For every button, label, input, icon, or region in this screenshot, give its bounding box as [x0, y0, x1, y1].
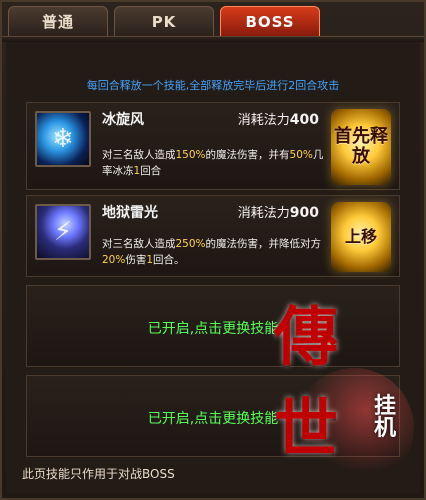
badge-label: 上移: [344, 227, 377, 246]
skill-config-window: 普通 PK BOSS 每回合释放一个技能,全部释放完毕后进行2回合攻击 ❄ 冰旋…: [0, 0, 426, 500]
skill-description: 对三名敌人造成150%的魔法伤害，并有50%几率冰冻1回合: [102, 147, 327, 179]
cast-first-badge[interactable]: 首先释放: [331, 109, 391, 185]
skill-description: 对三名敌人造成250%的魔法伤害，并降低对方20%伤害1回合。: [102, 236, 327, 268]
logo-main-text: 傳世: [274, 301, 338, 467]
mode-tabs: 普通 PK BOSS: [8, 6, 320, 36]
skill-cost-prefix: 消耗法力: [237, 206, 290, 221]
tab-normal[interactable]: 普通: [8, 6, 108, 36]
desc-highlight: 50%: [289, 149, 313, 161]
desc-part: 回合。: [153, 254, 185, 266]
ice-glyph-icon: ❄: [52, 124, 74, 154]
skill-cost: 消耗法力400: [238, 109, 319, 128]
desc-part: 的魔法伤害，并有: [205, 149, 290, 161]
skill-cost-value: 400: [289, 112, 319, 128]
skill-name: 冰旋风: [102, 112, 144, 128]
skill-cost-value: 900: [289, 205, 319, 221]
badge-label: 首先释放: [334, 126, 388, 167]
boss-only-note: 此页技能只作用于对战BOSS: [22, 467, 175, 481]
move-up-button[interactable]: 上移: [331, 202, 391, 272]
game-logo: 傳世 挂机: [274, 301, 424, 498]
skill-name: 地狱雷光: [102, 205, 158, 221]
logo-sub-text: 挂机: [374, 394, 397, 441]
tab-boss[interactable]: BOSS: [220, 6, 320, 36]
skill-cost-prefix: 消耗法力: [237, 113, 290, 128]
hell-lightning-icon: ⚡: [35, 204, 91, 260]
desc-part: 对三名敌人造成: [102, 149, 176, 161]
desc-highlight: 20%: [102, 254, 126, 266]
skill-slot-2[interactable]: ⚡ 地狱雷光 消耗法力900 对三名敌人造成250%的魔法伤害，并降低对方 20%…: [26, 195, 400, 277]
desc-part: 伤害: [125, 254, 147, 266]
rotation-info-text: 每回合释放一个技能,全部释放完毕后进行2回合攻击: [86, 79, 340, 92]
skill-cost: 消耗法力900: [238, 202, 319, 221]
desc-part: 的魔法伤害，并降低对方: [205, 238, 322, 250]
skill-slot-1[interactable]: ❄ 冰旋风 消耗法力400 对三名敌人造成150%的魔法伤害，并有50%几率冰冻…: [26, 102, 400, 190]
lightning-glyph-icon: ⚡: [53, 217, 73, 247]
tab-pk[interactable]: PK: [114, 6, 214, 36]
desc-highlight: 250%: [175, 238, 206, 250]
desc-part: 回合: [140, 165, 162, 177]
desc-highlight: 150%: [175, 149, 206, 161]
desc-part: 对三名敌人造成: [102, 238, 176, 250]
ice-whirlwind-icon: ❄: [35, 111, 91, 167]
